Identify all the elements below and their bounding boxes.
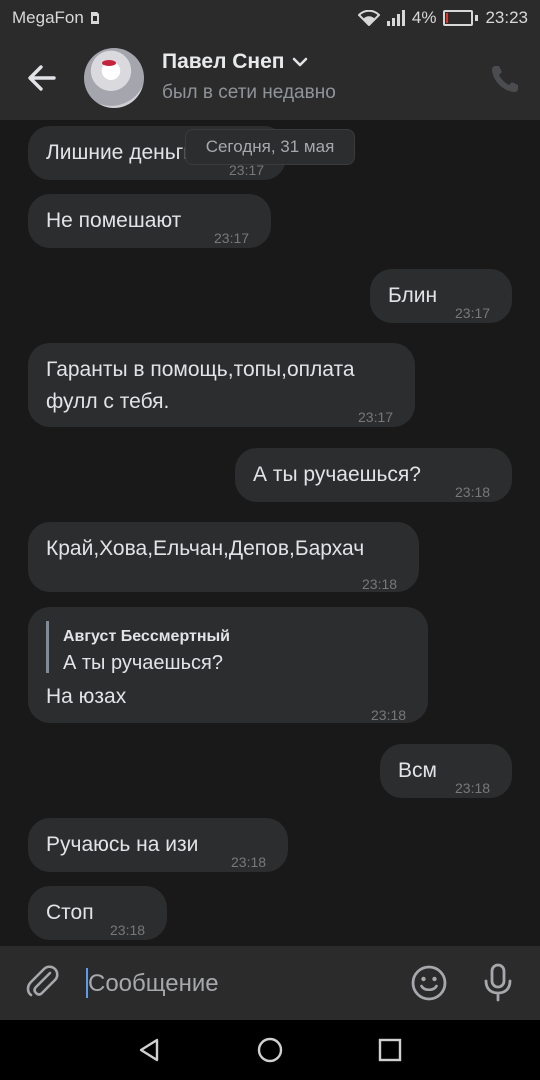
microphone-icon[interactable] [480,962,516,1002]
message-bubble[interactable]: Ручаюсь на изи 23:18 [28,818,288,872]
message-list[interactable]: Лишние деньги 23:17 Сегодня, 31 мая Не п… [0,120,540,946]
phone-icon[interactable] [488,62,522,96]
status-time: 23:23 [485,8,528,27]
back-arrow-icon[interactable] [22,58,62,98]
battery-tip [475,15,479,21]
message-composer [0,946,540,1020]
message-text: А ты ручаешься? [253,463,421,486]
message-bubble[interactable]: Стоп 23:18 [28,886,167,940]
text-cursor [86,968,88,998]
system-nav-bar [0,1020,540,1080]
contact-name-row[interactable]: Павел Снеп [162,50,308,74]
message-text: Край,Хова,Ельчан,Депов,Бархач [46,537,365,560]
message-bubble-with-reply[interactable]: Август Бессмертный А ты ручаешься? На юз… [28,607,428,723]
message-text: Стоп [46,901,94,924]
contact-name: Павел Снеп [162,50,285,73]
message-text-line: фулл с тебя. [46,390,170,413]
chat-header: Павел Снеп был в сети недавно [0,36,540,120]
message-time: 23:18 [231,854,267,870]
contact-avatar[interactable] [84,48,144,108]
message-time: 23:18 [455,780,491,796]
status-bar-right: 4% 23:23 [357,8,528,28]
message-time: 23:18 [455,484,491,500]
message-time: 23:18 [362,576,398,592]
reply-text[interactable]: А ты ручаешься? [63,647,223,679]
message-text: Ручаюсь на изи [46,833,199,856]
message-time: 23:18 [371,707,407,723]
message-bubble[interactable]: Гаранты в помощь,топы,оплата фулл с тебя… [28,343,415,427]
message-bubble[interactable]: Всм 23:18 [380,744,512,798]
battery-level-fill [446,13,449,23]
message-input[interactable] [86,964,390,1004]
wifi-icon [357,10,380,26]
nav-recents-icon[interactable] [376,1036,404,1064]
nav-home-icon[interactable] [256,1036,284,1064]
message-time: 23:17 [358,409,394,425]
status-bar-left: MegaFon [12,8,100,28]
battery-percent: 4% [411,8,437,27]
message-time: 23:17 [214,230,250,246]
sim-icon [90,12,99,24]
message-time: 23:18 [110,922,146,938]
message-text: Не помешают [46,209,182,232]
avatar-detail [102,60,116,66]
reply-quote-bar [46,621,49,673]
battery-icon [443,10,474,26]
nav-back-icon[interactable] [136,1036,164,1064]
carrier-name: MegaFon [12,8,84,27]
message-bubble[interactable]: А ты ручаешься? 23:18 [235,448,512,502]
smile-icon[interactable] [410,964,448,1002]
message-time: 23:17 [455,305,491,321]
message-text: Всм [398,759,437,782]
chevron-down-icon [293,57,308,67]
date-separator: Сегодня, 31 мая [185,129,355,165]
message-text: Блин [388,284,438,307]
message-bubble[interactable]: Блин 23:17 [370,269,512,323]
status-bar: MegaFon 4% 23:23 [0,0,540,36]
message-bubble[interactable]: Не помешают 23:17 [28,194,271,248]
message-text-line: Гаранты в помощь,топы,оплата [46,358,355,381]
paperclip-icon[interactable] [24,964,60,1000]
contact-status: был в сети недавно [162,82,336,103]
message-text: Лишние деньги [46,141,196,164]
signal-icon [386,10,405,26]
message-bubble[interactable]: Край,Хова,Ельчан,Депов,Бархач 23:18 [28,522,419,592]
message-text: На юзах [46,685,127,708]
